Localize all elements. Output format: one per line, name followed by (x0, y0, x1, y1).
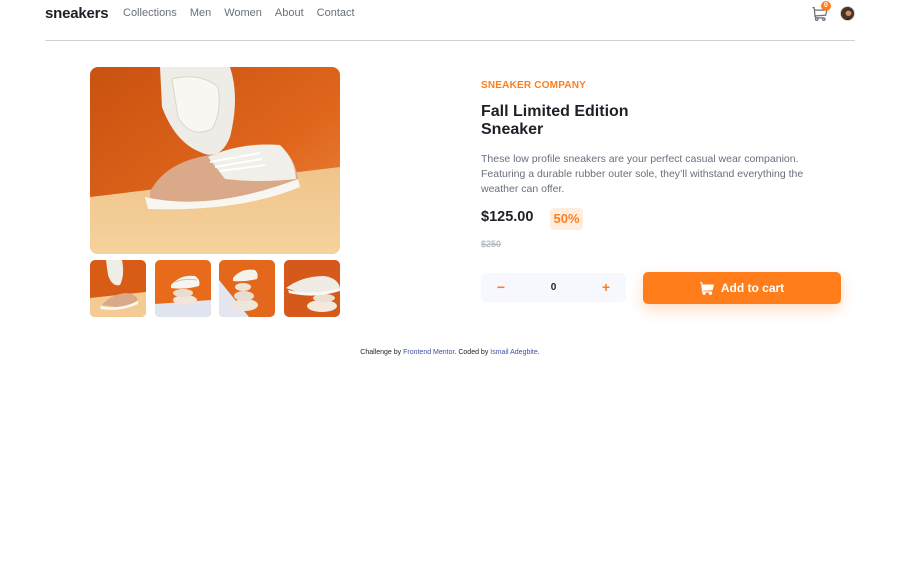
product-main-image[interactable] (90, 67, 340, 254)
nav-contact[interactable]: Contact (317, 7, 355, 19)
add-to-cart-label: Add to cart (720, 281, 785, 295)
decrease-quantity-button[interactable]: − (481, 273, 521, 302)
avatar[interactable] (840, 6, 855, 21)
main-nav: Collections Men Women About Contact (123, 7, 355, 19)
quantity-stepper: − 0 + (481, 273, 626, 302)
attribution-middle: . Coded by (454, 349, 489, 356)
thumbnail-3[interactable] (219, 260, 276, 317)
product-title: Fall Limited Edition Sneaker (481, 103, 629, 138)
nav-women[interactable]: Women (224, 7, 262, 19)
thumbnail-strip (90, 260, 340, 317)
original-price: $250 (481, 239, 502, 249)
quantity-value: 0 (550, 282, 557, 293)
product-description: These low profile sneakers are your perf… (481, 153, 804, 195)
increase-quantity-button[interactable]: + (586, 273, 626, 302)
author-link[interactable]: Ismail Adegbite (490, 349, 537, 356)
current-price: $125.00 (481, 209, 534, 225)
nav-about[interactable]: About (275, 7, 304, 19)
thumbnail-1[interactable] (90, 260, 146, 317)
site-header: sneakers Collections Men Women About Con… (45, 0, 855, 41)
logo[interactable]: sneakers (45, 5, 109, 22)
discount-badge: 50% (550, 208, 583, 230)
add-to-cart-button[interactable]: Add to cart (643, 272, 841, 304)
cart-count-badge: 0 (821, 1, 831, 11)
thumbnail-2[interactable] (154, 260, 211, 317)
frontend-mentor-link[interactable]: Frontend Mentor (403, 349, 454, 356)
nav-collections[interactable]: Collections (123, 7, 177, 19)
attribution: Challenge by Frontend Mentor. Coded by I… (0, 349, 900, 356)
company-label: SNEAKER COMPANY (481, 80, 587, 91)
thumbnail-4[interactable] (283, 260, 340, 317)
cart-icon (699, 281, 714, 295)
attribution-suffix: . (537, 349, 540, 356)
attribution-prefix: Challenge by (360, 349, 402, 356)
nav-men[interactable]: Men (190, 7, 211, 19)
